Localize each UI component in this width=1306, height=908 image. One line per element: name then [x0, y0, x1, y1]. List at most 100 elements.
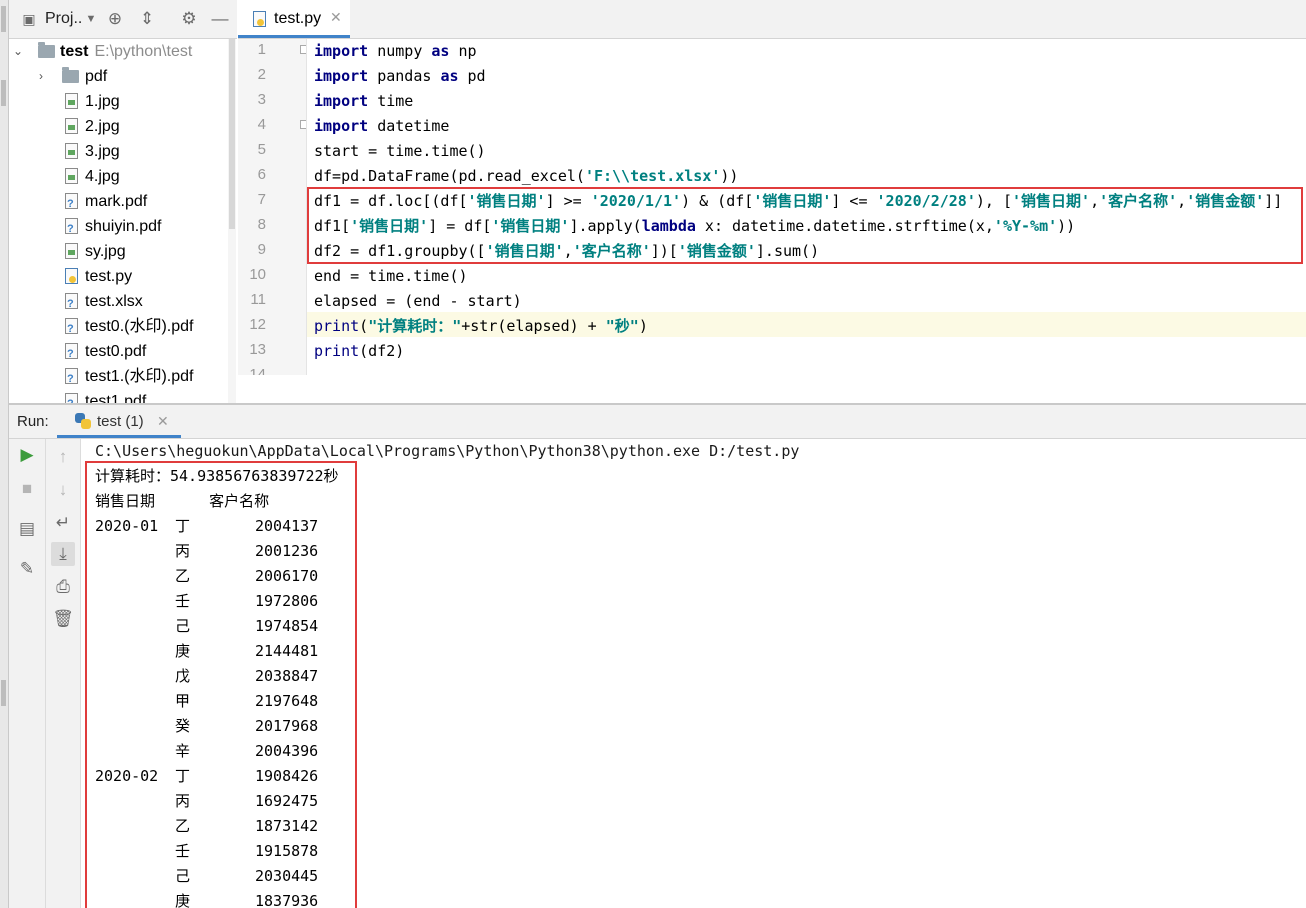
code-line: start = time.time()	[314, 142, 486, 160]
line-number: 5	[257, 141, 266, 158]
close-icon[interactable]: ✕	[330, 9, 342, 26]
code-line: import time	[314, 92, 414, 110]
tree-item-label: test0.pdf	[85, 343, 147, 360]
print-icon[interactable]: ⎙	[51, 575, 75, 599]
layout-icon[interactable]: ▤	[15, 517, 39, 541]
hide-icon[interactable]: —	[210, 9, 230, 29]
tree-item-file[interactable]: test1.(水印).pdf	[9, 364, 227, 392]
tree-item-file[interactable]: 3.jpg	[9, 139, 227, 164]
left-tool-strip	[0, 0, 9, 908]
code-line: elapsed = (end - start)	[314, 292, 522, 310]
line-number: 2	[257, 66, 266, 83]
project-strip-tab[interactable]	[1, 6, 6, 32]
image-file-icon	[65, 243, 78, 259]
line-number: 8	[257, 216, 266, 233]
fold-marker-icon[interactable]	[300, 45, 306, 54]
tree-item-label: shuiyin.pdf	[85, 218, 162, 235]
editor-tab-bar: test.py ✕	[238, 0, 1306, 39]
tree-item-label: mark.pdf	[85, 193, 148, 210]
code-line: import datetime	[314, 117, 450, 135]
tree-item-label: test0.(水印).pdf	[85, 318, 194, 335]
tree-item-file[interactable]: mark.pdf	[9, 189, 227, 217]
run-panel-header: Run: test (1) ✕	[9, 405, 1306, 439]
scrollbar-thumb[interactable]	[229, 39, 235, 229]
tree-item-file[interactable]: 4.jpg	[9, 164, 227, 189]
folder-icon	[38, 42, 55, 58]
pin-icon[interactable]: ✎	[15, 557, 39, 581]
scroll-to-end-icon[interactable]: ⤓	[51, 542, 75, 566]
tree-item-label: test1.pdf	[85, 393, 147, 403]
python-file-icon	[65, 268, 78, 284]
favorites-strip-tab[interactable]	[1, 680, 6, 706]
code-line: print("计算耗时："+str(elapsed) + "秒")	[314, 317, 648, 335]
unknown-file-icon	[65, 217, 78, 242]
soft-wrap-icon[interactable]: ↵	[51, 511, 75, 535]
console-highlight-box	[85, 461, 357, 908]
image-file-icon	[65, 143, 78, 159]
line-number: 4	[257, 116, 266, 133]
tree-item-file[interactable]: shuiyin.pdf	[9, 214, 227, 242]
folder-icon	[62, 67, 79, 83]
collapse-all-icon[interactable]: ⇕	[137, 9, 157, 29]
tree-item-file[interactable]: test.py	[9, 264, 227, 289]
line-number: 9	[257, 241, 266, 258]
line-number: 7	[257, 191, 266, 208]
tree-item-file[interactable]: test0.(水印).pdf	[9, 314, 227, 342]
project-title[interactable]: Proj..	[45, 10, 82, 28]
unknown-file-icon	[65, 317, 78, 342]
chevron-down-icon[interactable]: ▼	[81, 9, 101, 29]
code-line: print(df2)	[314, 342, 405, 360]
tree-item-file[interactable]: 1.jpg	[9, 89, 227, 114]
close-icon[interactable]: ✕	[157, 413, 169, 430]
tree-item-label: test.xlsx	[85, 293, 143, 310]
stop-icon[interactable]: ■	[15, 477, 39, 501]
line-number: 12	[249, 316, 266, 333]
tree-item-label: 4.jpg	[85, 168, 120, 185]
tree-item-label: 2.jpg	[85, 118, 120, 135]
root-name: test	[60, 43, 89, 60]
run-icon[interactable]: ▶	[15, 443, 39, 467]
tree-item-file[interactable]: test0.pdf	[9, 339, 227, 367]
root-path: E:\python\test	[94, 43, 193, 60]
down-arrow-icon[interactable]: ↓	[51, 478, 75, 502]
unknown-file-icon	[65, 192, 78, 217]
locate-icon[interactable]: ⊕	[105, 9, 125, 29]
run-label: Run:	[17, 413, 49, 430]
project-tree: ⌄ test E:\python\test › pdf 1.jpg 2.jpg 3…	[9, 39, 227, 403]
unknown-file-icon	[65, 367, 78, 392]
editor-gutter: 1 2 3 4 5 6 7 8 9 10 11 12 13 14	[238, 39, 307, 375]
code-line: import numpy as np	[314, 42, 477, 60]
tree-item-file[interactable]: test.xlsx	[9, 289, 227, 317]
code-line: import pandas as pd	[314, 67, 486, 85]
tab-test-py[interactable]: test.py ✕	[238, 0, 350, 38]
image-file-icon	[65, 93, 78, 109]
root-label: test E:\python\test	[60, 39, 192, 64]
image-file-icon	[65, 118, 78, 134]
tree-item-label: test1.(水印).pdf	[85, 368, 194, 385]
code-highlight-box	[307, 187, 1303, 264]
settings-gear-icon[interactable]: ⚙	[179, 9, 199, 29]
tree-item-root[interactable]: ⌄ test E:\python\test	[9, 39, 227, 64]
chevron-right-icon[interactable]: ›	[34, 64, 48, 89]
tree-item-label: test.py	[85, 268, 133, 285]
project-view-icon: ▣	[22, 11, 36, 27]
run-tab[interactable]: test (1) ✕	[57, 405, 181, 438]
project-tree-scrollbar[interactable]	[228, 39, 236, 403]
line-number: 13	[249, 341, 266, 358]
line-number: 6	[257, 166, 266, 183]
tree-item-label: pdf	[85, 68, 108, 85]
structure-strip-tab[interactable]	[1, 80, 6, 106]
unknown-file-icon	[65, 392, 78, 403]
trash-icon[interactable]: 🗑	[51, 607, 75, 631]
code-line: end = time.time()	[314, 267, 468, 285]
tree-item-pdf-folder[interactable]: › pdf	[9, 64, 227, 89]
tree-item-file[interactable]: test1.pdf	[9, 389, 227, 403]
line-number: 10	[249, 266, 266, 283]
unknown-file-icon	[65, 292, 78, 317]
up-arrow-icon[interactable]: ↑	[51, 445, 75, 469]
tree-item-file[interactable]: 2.jpg	[9, 114, 227, 139]
tree-item-file[interactable]: sy.jpg	[9, 239, 227, 264]
chevron-down-icon[interactable]: ⌄	[11, 39, 25, 64]
project-toolbar: ▣ Proj.. ▼ ⊕ ⇕ ⚙ —	[9, 0, 237, 39]
fold-marker-icon[interactable]	[300, 120, 306, 129]
